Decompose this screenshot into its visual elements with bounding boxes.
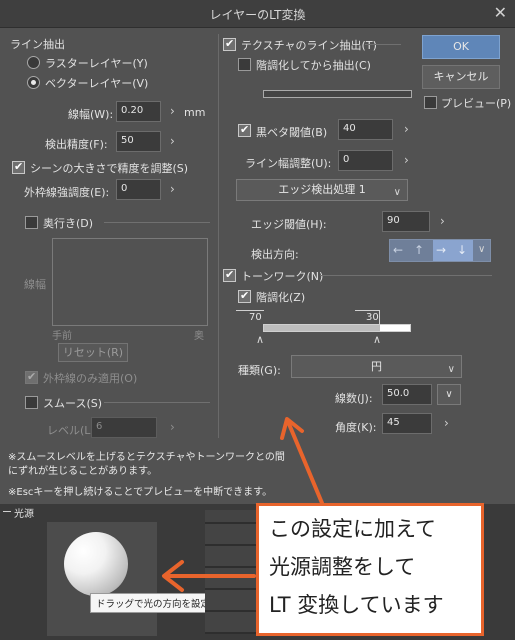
annotation-arrows — [162, 417, 324, 592]
arrow-up-left-line — [287, 422, 324, 505]
